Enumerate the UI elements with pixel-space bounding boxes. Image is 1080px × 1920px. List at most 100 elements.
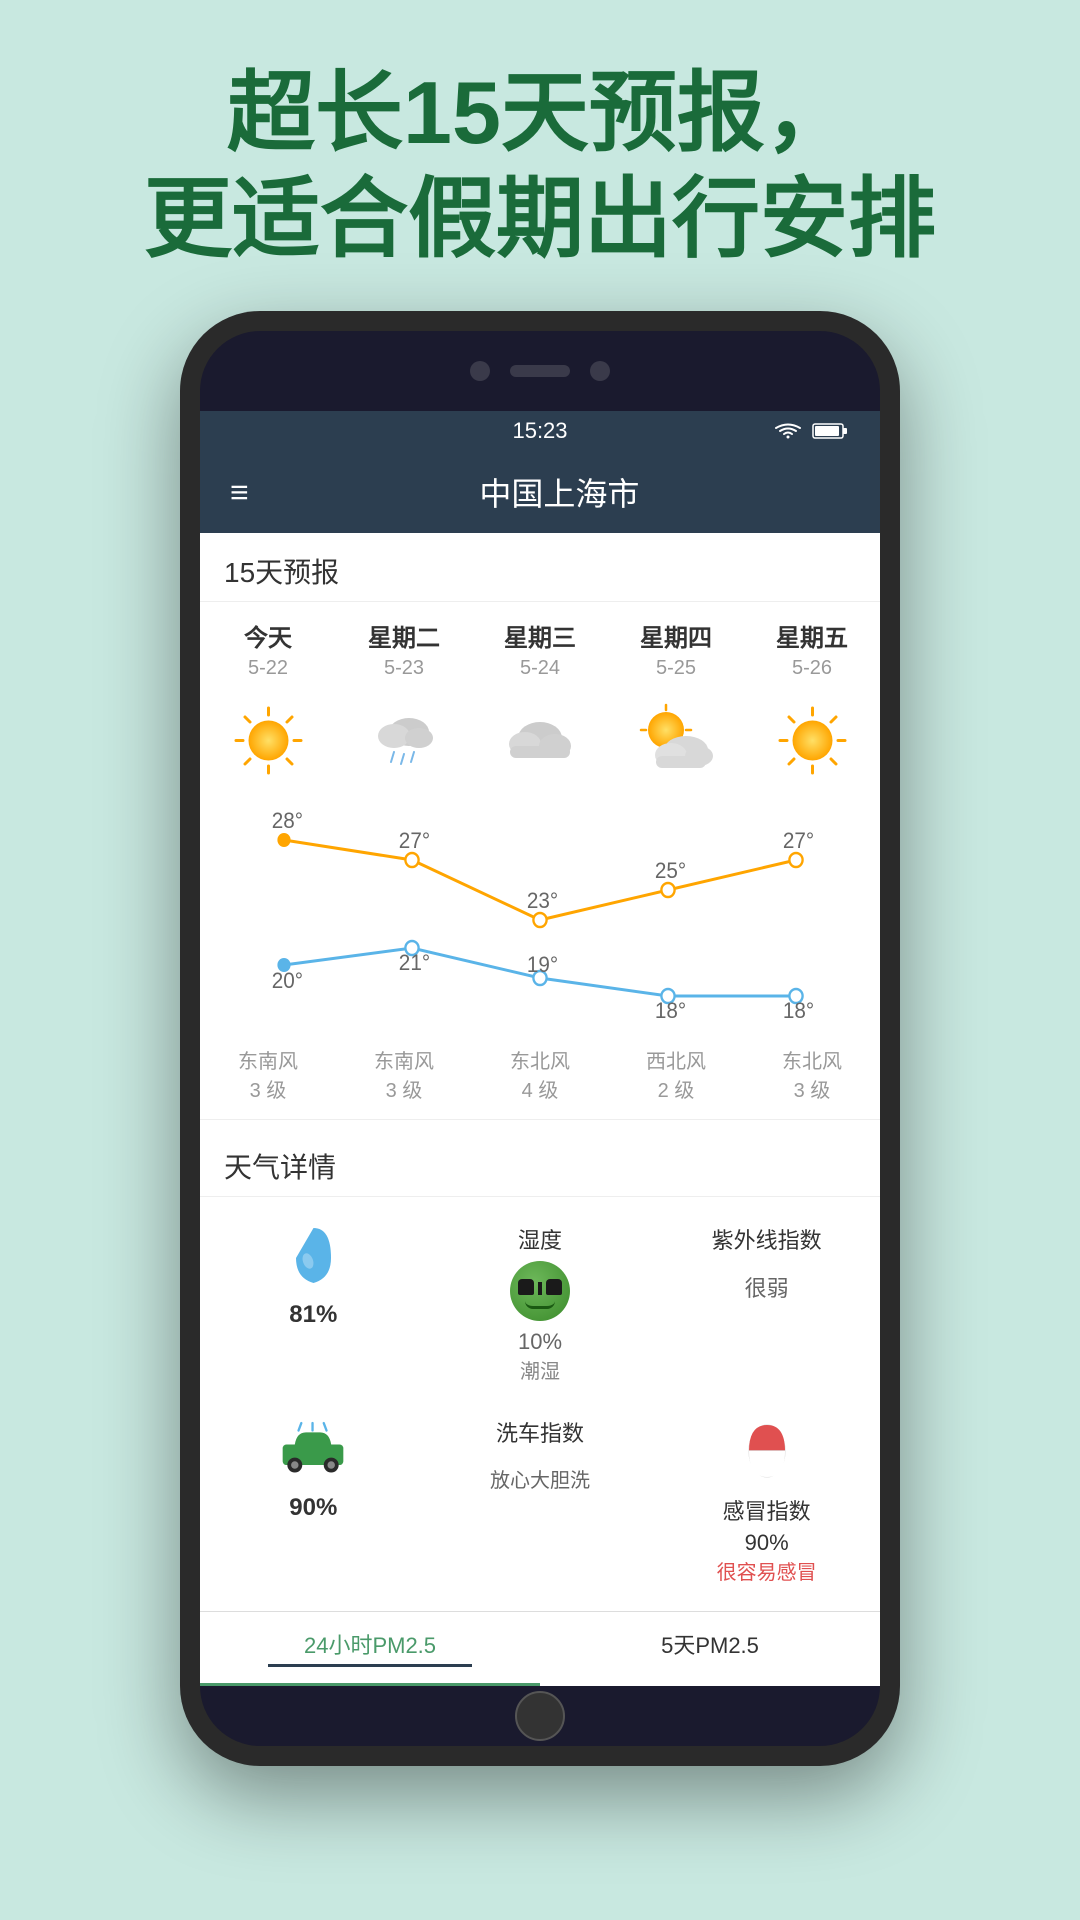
wind-level-4: 3 级 [744,1074,880,1103]
svg-text:18°: 18° [783,999,814,1024]
phone-mockup: 15:23 [0,311,1080,1766]
phone-top [200,331,880,411]
carwash-icon-area [278,1416,348,1486]
weather-icon-3 [608,690,744,790]
details-title: 天气详情 [200,1128,880,1197]
wind-level-2: 4 级 [472,1074,608,1103]
svg-text:21°: 21° [399,951,430,976]
day-date-0: 5-22 [200,657,336,680]
weather-icon-2 [472,690,608,790]
promo-header: 超长15天预报， 更适合假期出行安排 [0,0,1080,311]
day-col-4: 星期五 5-26 [744,618,880,800]
wind-dir-4: 东北风 [744,1045,880,1074]
day-name-1: 星期二 [336,618,472,653]
detail-humidity: 81% [200,1207,427,1400]
forecast-title: 15天预报 [200,533,880,602]
droplet-icon-area [278,1223,348,1293]
detail-carwash-label: 洗车指数 放心大胆洗 [427,1400,654,1601]
cold-value: 90% [745,1530,789,1556]
home-button[interactable] [515,1691,565,1741]
forecast-section: 15天预报 今天 5-22 [200,533,880,1120]
speaker [510,365,570,377]
battery-icon [812,421,850,441]
phone-body: 15:23 [180,311,900,1766]
tab-underline [268,1664,472,1667]
days-row: 今天 5-22 [200,602,880,800]
svg-text:27°: 27° [783,829,814,854]
wifi-icon [774,421,802,441]
svg-text:28°: 28° [272,809,303,834]
day-col-1: 星期二 5-23 [336,618,472,800]
day-date-2: 5-24 [472,657,608,680]
wind-dir-3: 西北风 [608,1045,744,1074]
detail-uv: 紫外线指数 很弱 [653,1207,880,1400]
wind-col-3: 西北风 2 级 [608,1045,744,1103]
svg-text:18°: 18° [655,999,686,1024]
detail-humidity-label: 湿度 [427,1207,654,1400]
temp-chart: 28° 27° 23° 25° 27° [200,800,880,1035]
uv-sublabel: 很弱 [745,1271,789,1303]
day-col-2: 星期三 5-24 [472,618,608,800]
wind-level-1: 3 级 [336,1074,472,1103]
day-col-0: 今天 5-22 [200,618,336,800]
svg-text:23°: 23° [527,889,558,914]
svg-text:25°: 25° [655,859,686,884]
tab-pm25-5d[interactable]: 5天PM2.5 [540,1612,880,1686]
cold-sublabel: 很容易感冒 [717,1556,817,1585]
day-date-1: 5-23 [336,657,472,680]
pill-icon-area [732,1416,802,1486]
wind-dir-2: 东北风 [472,1045,608,1074]
weather-icon-4 [744,690,880,790]
wind-col-0: 东南风 3 级 [200,1045,336,1103]
bottom-tabs: 24小时PM2.5 5天PM2.5 [200,1611,880,1686]
wind-col-1: 东南风 3 级 [336,1045,472,1103]
phone-screen: 15:23 [200,411,880,1686]
carwash-sublabel: 放心大胆洗 [490,1464,590,1493]
svg-text:19°: 19° [527,953,558,978]
day-date-3: 5-25 [608,657,744,680]
status-bar: 15:23 [200,411,880,451]
wind-level-3: 2 级 [608,1074,744,1103]
day-name-3: 星期四 [608,618,744,653]
cool-value: 10% [518,1329,562,1355]
weather-icon-0 [200,690,336,790]
details-section: 天气详情 81% [200,1128,880,1686]
detail-carwash: 90% [200,1400,427,1601]
tab-pm25-24h[interactable]: 24小时PM2.5 [200,1612,540,1686]
cool-emoji-area [505,1261,575,1321]
city-title: 中国上海市 [269,469,850,515]
sensor [590,361,610,381]
phone-bottom [200,1686,880,1746]
humidity-value: 81% [289,1301,337,1329]
detail-cold: 感冒指数 90% 很容易感冒 [653,1400,880,1601]
status-time: 15:23 [512,418,567,444]
carwash-label: 洗车指数 [496,1416,584,1448]
humidity-sublabel: 潮湿 [520,1355,560,1384]
weather-icon-1 [336,690,472,790]
promo-line2: 更适合假期出行安排 [0,166,1080,272]
promo-line1: 超长15天预报， [0,60,1080,166]
day-col-3: 星期四 5-25 [608,618,744,800]
wind-col-4: 东北风 3 级 [744,1045,880,1103]
day-name-0: 今天 [200,618,336,653]
carwash-value: 90% [289,1494,337,1522]
app-header: ≡ 中国上海市 [200,451,880,533]
status-icons [774,421,850,441]
wind-dir-1: 东南风 [336,1045,472,1074]
svg-text:27°: 27° [399,829,430,854]
wind-level-0: 3 级 [200,1074,336,1103]
details-grid: 81% 湿度 [200,1197,880,1611]
day-date-4: 5-26 [744,657,880,680]
cold-label: 感冒指数 [723,1494,811,1526]
svg-text:20°: 20° [272,969,303,994]
wind-row: 东南风 3 级 东南风 3 级 东北风 4 级 西北风 2 级 [200,1035,880,1120]
wind-col-2: 东北风 4 级 [472,1045,608,1103]
day-name-2: 星期三 [472,618,608,653]
uv-label: 紫外线指数 [712,1223,822,1255]
wind-dir-0: 东南风 [200,1045,336,1074]
day-name-4: 星期五 [744,618,880,653]
front-camera [470,361,490,381]
humidity-label: 湿度 [518,1223,562,1255]
camera-area [470,361,610,381]
hamburger-menu[interactable]: ≡ [230,476,249,508]
